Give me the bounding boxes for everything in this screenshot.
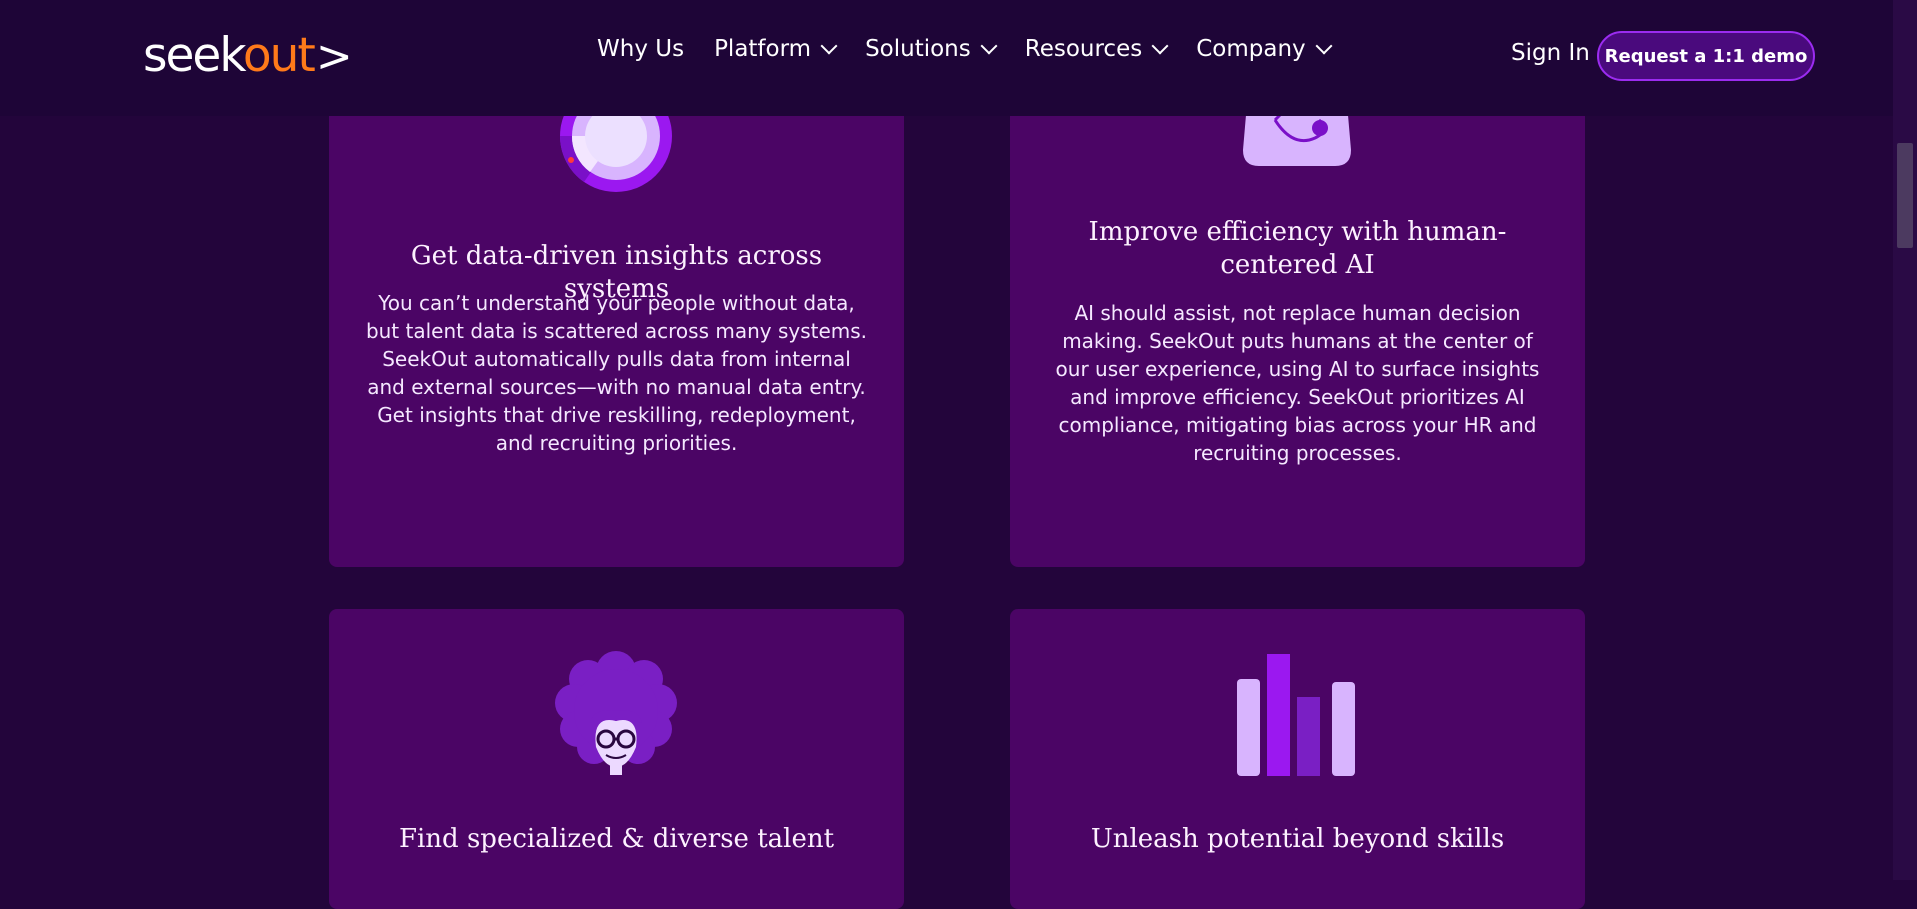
- site-header: seekout> Why Us Platform Solutions Resou…: [0, 0, 1893, 116]
- nav-company-label: Company: [1196, 36, 1306, 62]
- request-demo-button[interactable]: Request a 1:1 demo: [1597, 31, 1815, 81]
- card-body: AI should assist, not replace human deci…: [1055, 301, 1540, 465]
- bar-chart-icon: [1237, 654, 1355, 776]
- nav-company[interactable]: Company: [1196, 36, 1333, 62]
- logo-seek-text: seek: [143, 28, 245, 83]
- feature-card-insights: Get data-driven insights across systems …: [329, 80, 904, 567]
- nav-resources-label: Resources: [1024, 36, 1143, 62]
- page-scrollbar[interactable]: [1893, 0, 1917, 880]
- nav-why-us-label: Why Us: [597, 36, 685, 62]
- card-body: You can’t understand your people without…: [365, 291, 868, 455]
- feature-card-ai: Improve efficiency with human-centered A…: [1010, 80, 1585, 567]
- nav-solutions[interactable]: Solutions: [865, 36, 998, 62]
- sign-in-link[interactable]: Sign In: [1511, 40, 1590, 66]
- feature-card-potential: Unleash potential beyond skills: [1010, 609, 1585, 909]
- nav-solutions-label: Solutions: [865, 36, 971, 62]
- person-avatar-icon: [555, 651, 677, 775]
- nav-why-us[interactable]: Why Us: [597, 36, 684, 62]
- feature-card-talent: Find specialized & diverse talent: [329, 609, 904, 909]
- card-title: Find specialized & diverse talent: [398, 824, 835, 854]
- chevron-down-icon: [1315, 37, 1333, 55]
- nav-platform-label: Platform: [714, 36, 812, 62]
- chevron-down-icon: [820, 37, 838, 55]
- card-title: Improve efficiency with human-centered A…: [1088, 217, 1507, 280]
- main-nav: Why Us Platform Solutions Resources Comp…: [597, 36, 1360, 62]
- logo-out-text: out: [242, 28, 316, 83]
- nav-platform[interactable]: Platform: [714, 36, 838, 62]
- nav-resources[interactable]: Resources: [1024, 36, 1169, 62]
- card-title: Unleash potential beyond skills: [1090, 824, 1505, 854]
- logo-chevron-icon: >: [315, 31, 353, 82]
- chevron-down-icon: [1151, 37, 1169, 55]
- chevron-down-icon: [980, 37, 998, 55]
- seekout-logo[interactable]: seekout>: [143, 28, 353, 85]
- scrollbar-thumb[interactable]: [1897, 143, 1913, 248]
